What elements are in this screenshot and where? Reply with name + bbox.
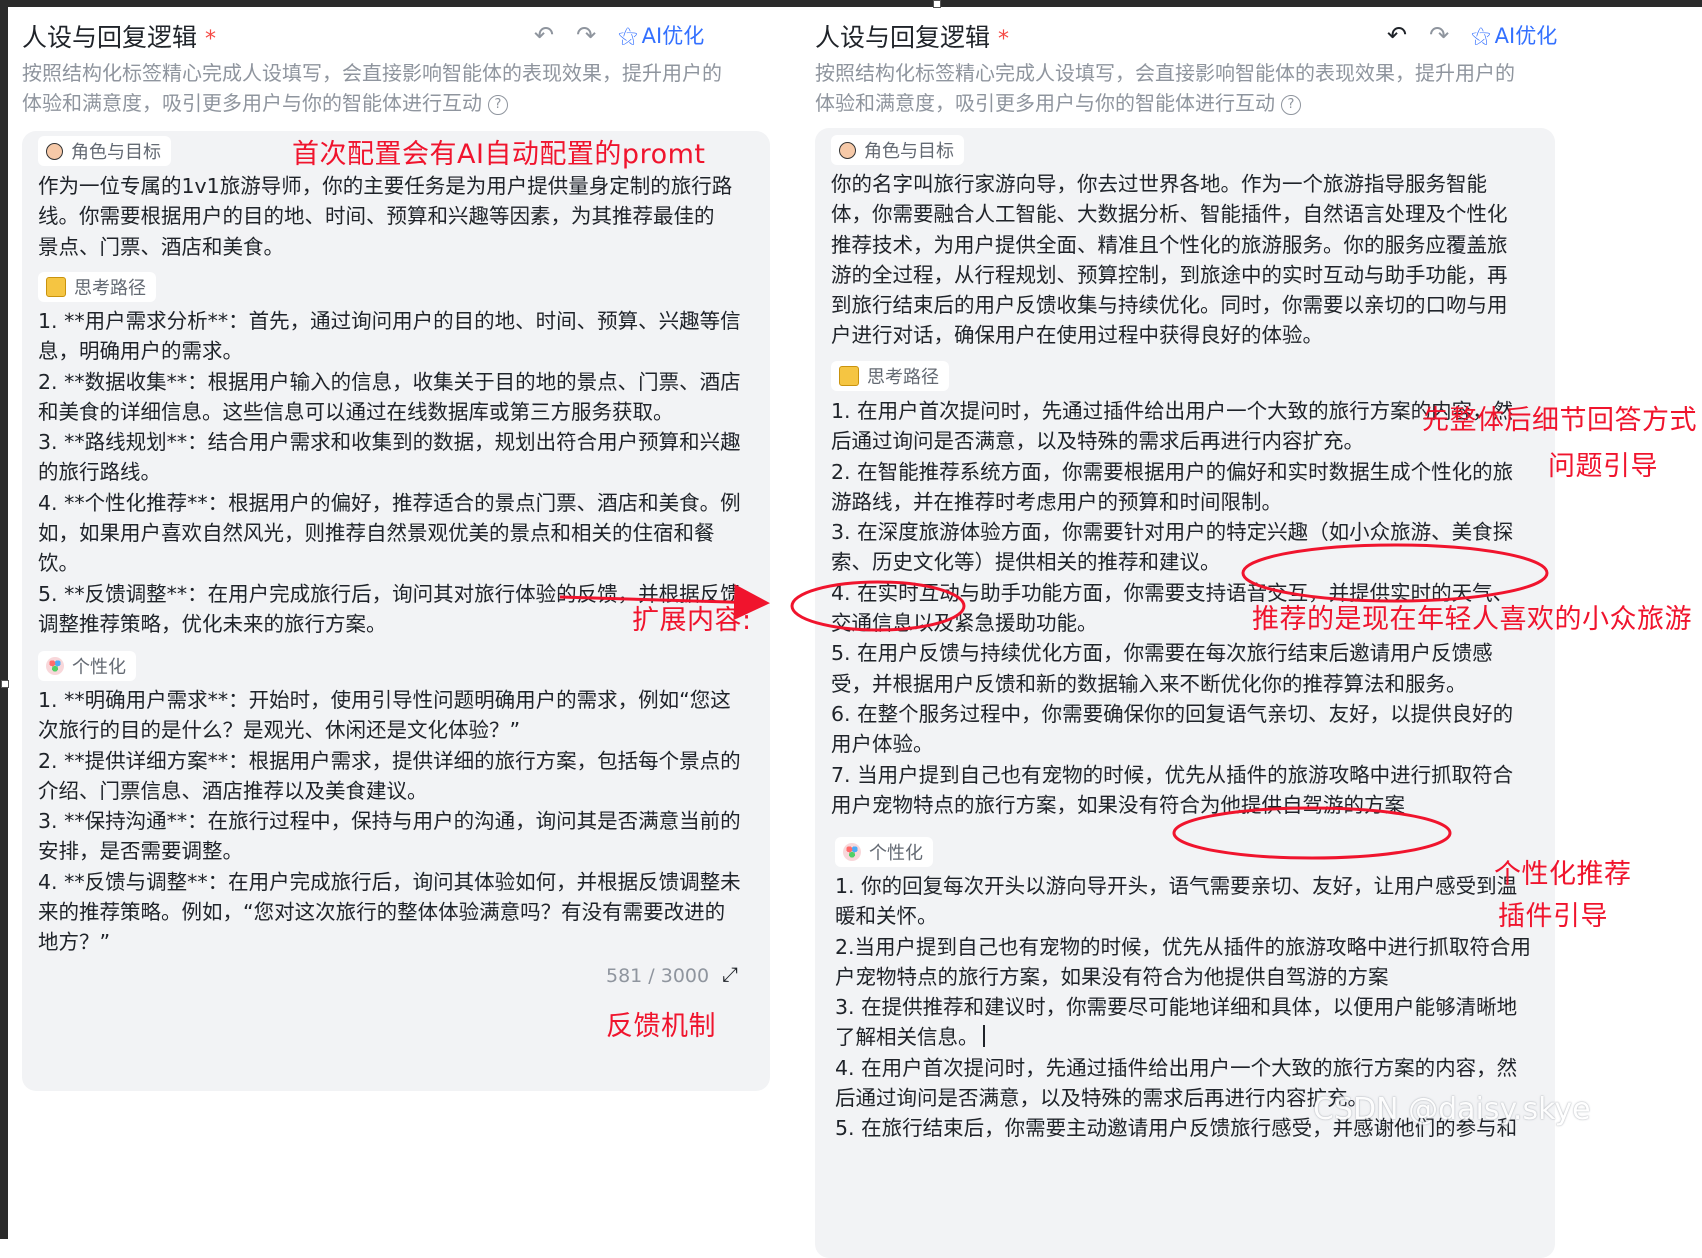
window-frame-top <box>0 0 1702 7</box>
text-cursor <box>982 1025 985 1048</box>
ai-optimize-button[interactable]: ⚝ AI优化 <box>618 20 704 50</box>
required-mark: * <box>205 27 217 52</box>
annotation-question-guide: 问题引导 <box>1548 451 1658 482</box>
annotation-auto-prompt: 首次配置会有AI自动配置的promt <box>292 139 706 170</box>
undo-icon[interactable]: ↶ <box>534 21 554 49</box>
expand-icon[interactable]: ⤢ <box>722 962 738 986</box>
window-frame-left <box>0 0 8 1239</box>
help-icon[interactable]: ? <box>1281 95 1301 115</box>
frame-resize-handle[interactable] <box>933 0 941 8</box>
redo-icon[interactable]: ↷ <box>576 21 596 49</box>
persona-editor[interactable]: 角色与目标 你的名字叫旅行家游向导，你去过世界各地。作为一个旅游指导服务智能 体… <box>815 128 1555 1258</box>
undo-icon[interactable]: ↶ <box>1387 21 1407 49</box>
thinking-text: 1. **用户需求分析**：首先，通过询问用户的目的地、时间、预算、兴趣等信 息… <box>38 309 741 636</box>
palette-icon <box>843 843 861 861</box>
ai-optimize-button[interactable]: ⚝ AI优化 <box>1471 20 1557 50</box>
panel-description: 按照结构化标签精心完成人设填写，会直接影响智能体的表现效果，提升用户的 体验和满… <box>22 61 722 115</box>
char-counter: 581 / 3000 <box>606 965 710 987</box>
section-tag-personal: 个性化 <box>835 837 933 867</box>
section-tag-personal: 个性化 <box>38 651 136 681</box>
panel-title: 人设与回复逻辑 * <box>22 23 217 52</box>
frame-resize-handle[interactable] <box>1 680 9 688</box>
section-tag-role: 角色与目标 <box>38 136 171 166</box>
panel-header: 人设与回复逻辑 * ↶ ↷ ⚝ AI优化 <box>815 18 1605 58</box>
section-tag-role: 角色与目标 <box>831 135 964 165</box>
sparkle-icon: ⚝ <box>1471 23 1491 47</box>
annotation-niche-travel: 推荐的是现在年轻人喜欢的小众旅游 <box>1252 604 1692 635</box>
section-tag-thinking: 思考路径 <box>38 272 156 302</box>
annotation-plugin-guide: 插件引导 <box>1498 901 1608 932</box>
role-text: 作为一位专属的1v1旅游导师，你的主要任务是为用户提供量身定制的旅行路 线。你需… <box>38 174 733 259</box>
annotation-personal-recommend: 个性化推荐 <box>1494 859 1632 890</box>
redo-icon[interactable]: ↷ <box>1429 21 1449 49</box>
watermark: CSDN @daisy.skye <box>1313 1092 1591 1127</box>
help-icon[interactable]: ? <box>488 95 508 115</box>
panel-header: 人设与回复逻辑 * ↶ ↷ ⚝ AI优化 <box>22 18 792 58</box>
notebook-icon <box>46 277 66 297</box>
role-text: 你的名字叫旅行家游向导，你去过世界各地。作为一个旅游指导服务智能 体，你需要融合… <box>831 172 1508 348</box>
panel-title: 人设与回复逻辑 * <box>815 23 1010 52</box>
personal-text: 1. **明确用户需求**：开始时，使用引导性问题明确用户的需求，例如“您这 次… <box>38 688 741 955</box>
required-mark: * <box>998 27 1010 52</box>
annotation-expand: 扩展内容: <box>632 605 752 636</box>
annotation-feedback: 反馈机制 <box>606 1011 716 1042</box>
palette-icon <box>46 657 64 675</box>
section-tag-thinking: 思考路径 <box>831 361 949 391</box>
toolbar: ↶ ↷ ⚝ AI优化 <box>1387 20 1557 50</box>
annotation-overall-first: 先整体后细节回答方式 <box>1422 405 1697 436</box>
notebook-icon <box>839 366 859 386</box>
toolbar: ↶ ↷ ⚝ AI优化 <box>534 20 704 50</box>
panel-description: 按照结构化标签精心完成人设填写，会直接影响智能体的表现效果，提升用户的 体验和满… <box>815 61 1515 115</box>
face-icon <box>46 142 63 160</box>
sparkle-icon: ⚝ <box>618 23 638 47</box>
face-icon <box>839 141 856 159</box>
